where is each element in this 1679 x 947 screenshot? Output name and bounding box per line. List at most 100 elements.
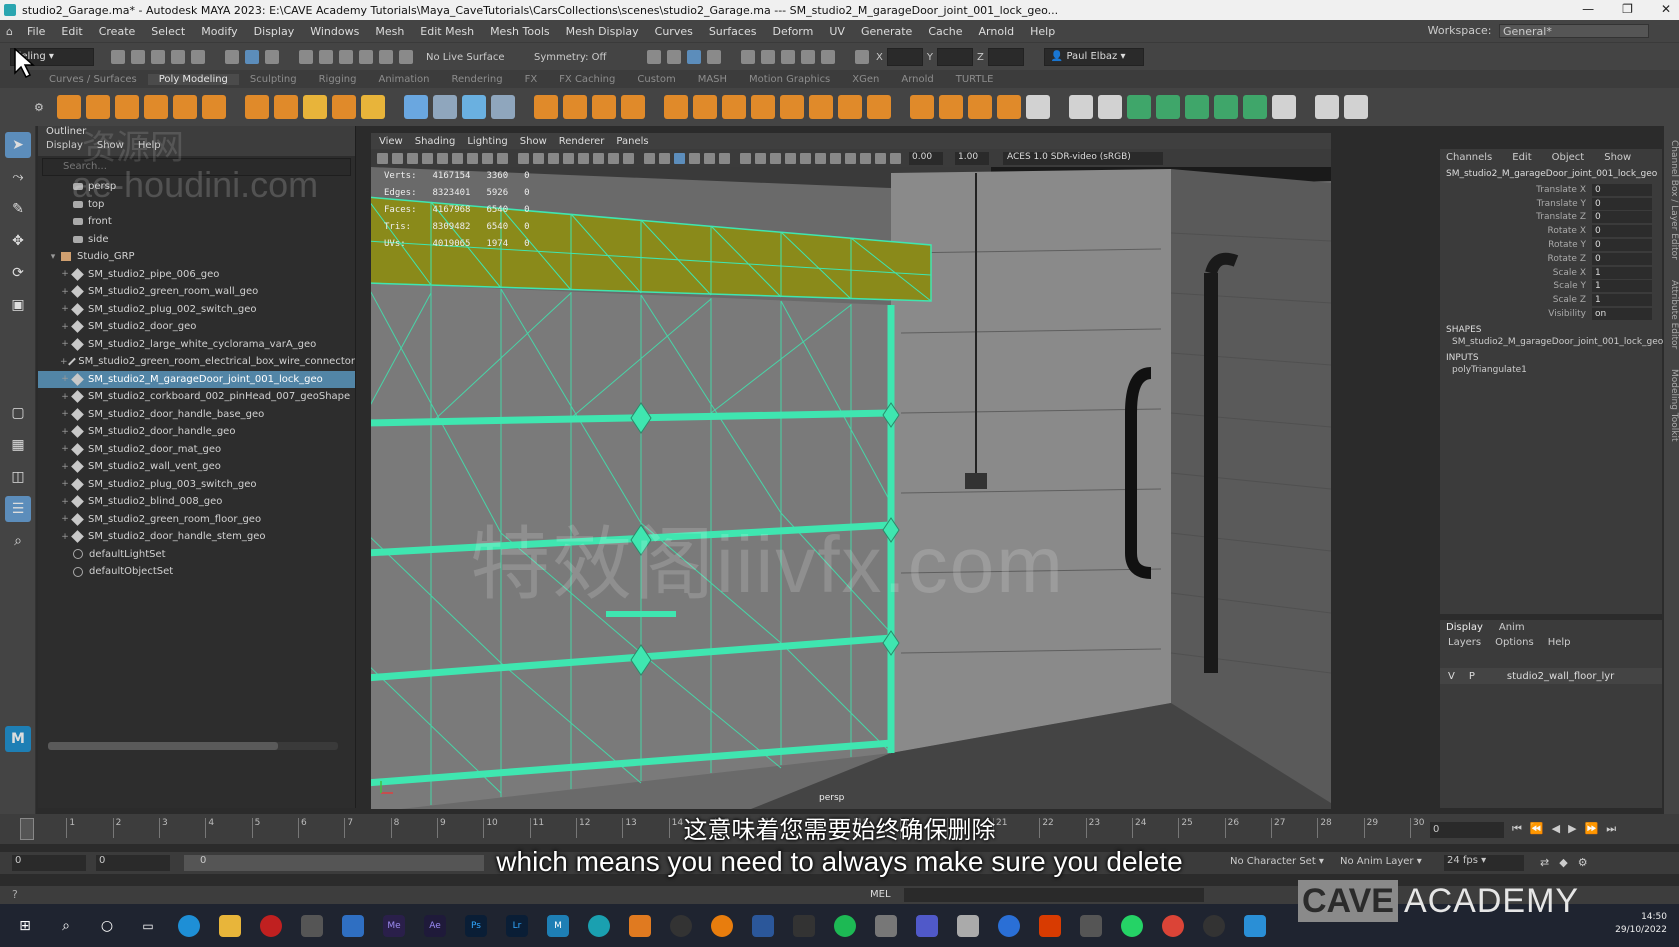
- scale-tool-icon[interactable]: ▣: [5, 292, 31, 318]
- expand-arrow-icon[interactable]: +: [60, 287, 70, 297]
- live-surface-field[interactable]: No Live Surface: [426, 52, 516, 63]
- channel-attribute-row[interactable]: Visibility on: [1440, 307, 1662, 321]
- system-clock[interactable]: 14:50 29/10/2022: [1615, 911, 1667, 937]
- viewport-tool-icon[interactable]: [770, 152, 781, 164]
- outliner-mesh-item[interactable]: + SM_studio2_large_white_cyclorama_varA_g…: [38, 336, 355, 354]
- viewport-tool-icon[interactable]: [659, 152, 670, 164]
- transform-input-icon[interactable]: [855, 50, 869, 64]
- viewport-tool-icon[interactable]: [407, 152, 418, 164]
- shelf-tool-icon[interactable]: [1155, 95, 1180, 119]
- viewport-tool-icon[interactable]: [815, 152, 826, 164]
- undo-icon[interactable]: [171, 50, 185, 64]
- viewport-tool-icon[interactable]: [467, 152, 478, 164]
- shelf-tool-icon[interactable]: [1242, 95, 1267, 119]
- media-encoder-icon[interactable]: Me: [383, 914, 405, 937]
- viewport-tool-icon[interactable]: [422, 152, 433, 164]
- viewport-tool-icon[interactable]: [578, 152, 589, 164]
- restore-button[interactable]: ❐: [1622, 2, 1633, 16]
- file-explorer-icon[interactable]: [219, 914, 241, 937]
- shelf-tool-icon[interactable]: [490, 95, 515, 119]
- z-field[interactable]: [987, 48, 1024, 66]
- lightroom-icon[interactable]: Lr: [506, 914, 528, 937]
- viewport-tool-icon[interactable]: [563, 152, 574, 164]
- shelf-settings-icon[interactable]: ⚙: [34, 101, 44, 114]
- tab-modeling-toolkit[interactable]: Modeling Toolkit: [1664, 369, 1679, 442]
- app-icon-chat[interactable]: [998, 914, 1020, 937]
- app-icon-cloud[interactable]: [875, 914, 897, 937]
- shelf-tool-icon[interactable]: [808, 95, 833, 119]
- save-scene-icon[interactable]: [151, 50, 165, 64]
- shelf-tool-icon[interactable]: [1097, 95, 1122, 119]
- viewport-tool-icon[interactable]: [785, 152, 796, 164]
- outliner-group-item[interactable]: ▾ Studio_GRP: [38, 248, 355, 266]
- exposure-field[interactable]: 0.00: [909, 151, 943, 165]
- shelf-tab-curves-surfaces[interactable]: Curves / Surfaces: [38, 74, 148, 85]
- shelf-tool-icon[interactable]: [302, 95, 327, 119]
- menu-edit[interactable]: Edit: [53, 25, 90, 38]
- layer-tab-anim[interactable]: Anim: [1499, 622, 1525, 633]
- outliner-mesh-item[interactable]: + SM_studio2_wall_vent_geo: [38, 458, 355, 476]
- expand-arrow-icon[interactable]: ▾: [48, 252, 58, 262]
- expand-arrow-icon[interactable]: +: [60, 444, 70, 454]
- layer-visibility-toggle[interactable]: V: [1448, 671, 1455, 682]
- shelf-tool-icon[interactable]: [143, 95, 168, 119]
- viewport-tool-icon[interactable]: [518, 152, 529, 164]
- shelf-tool-icon[interactable]: [114, 95, 139, 119]
- cb-menu-edit[interactable]: Edit: [1512, 152, 1531, 163]
- command-language-label[interactable]: MEL: [870, 889, 891, 900]
- expand-arrow-icon[interactable]: +: [60, 409, 70, 419]
- select-hierarchy-icon[interactable]: [225, 50, 239, 64]
- vp-menu-lighting[interactable]: Lighting: [467, 136, 507, 147]
- minimize-button[interactable]: —: [1582, 2, 1594, 16]
- shelf-tool-icon[interactable]: [1025, 95, 1050, 119]
- snap-pivot-icon[interactable]: [399, 50, 413, 64]
- menu-mesh[interactable]: Mesh: [367, 25, 412, 38]
- shelf-tab-fx-caching[interactable]: FX Caching: [548, 74, 626, 85]
- layer-menu-help[interactable]: Help: [1548, 637, 1571, 648]
- viewport-tool-icon[interactable]: [644, 152, 655, 164]
- shelf-tool-icon[interactable]: [750, 95, 775, 119]
- layer-menu-layers[interactable]: Layers: [1448, 637, 1481, 648]
- shelf-tab-motion-graphics[interactable]: Motion Graphics: [738, 74, 841, 85]
- shelf-tool-icon[interactable]: [85, 95, 110, 119]
- help-icon[interactable]: ?: [12, 888, 18, 901]
- app-icon-teal[interactable]: [588, 914, 610, 937]
- outliner-scrollbar[interactable]: [48, 742, 338, 750]
- snap-point-icon[interactable]: [339, 50, 353, 64]
- shelf-tool-icon[interactable]: [172, 95, 197, 119]
- whatsapp-icon[interactable]: [1121, 914, 1143, 937]
- shelf-tab-animation[interactable]: Animation: [368, 74, 441, 85]
- layer-name[interactable]: studio2_wall_floor_lyr: [1507, 671, 1614, 682]
- channel-attribute-row[interactable]: Rotate Y 0: [1440, 238, 1662, 252]
- viewport-tool-icon[interactable]: [533, 152, 544, 164]
- snap-curve-icon[interactable]: [319, 50, 333, 64]
- outliner-mesh-item[interactable]: + SM_studio2_door_handle_base_geo: [38, 406, 355, 424]
- gamma-field[interactable]: 1.00: [955, 151, 989, 165]
- channel-attribute-row[interactable]: Translate X 0: [1440, 183, 1662, 197]
- viewport-tool-icon[interactable]: [875, 152, 886, 164]
- channel-attribute-row[interactable]: Scale X 1: [1440, 266, 1662, 280]
- expand-arrow-icon[interactable]: +: [60, 497, 70, 507]
- channel-attribute-row[interactable]: Translate Z 0: [1440, 211, 1662, 225]
- expand-arrow-icon[interactable]: +: [60, 462, 70, 472]
- arnold-ipr-icon[interactable]: [781, 50, 795, 64]
- edge-browser-icon[interactable]: [178, 914, 200, 937]
- after-effects-icon[interactable]: Ae: [424, 914, 446, 937]
- outliner-mesh-item[interactable]: + SM_studio2_pipe_006_geo: [38, 266, 355, 284]
- shelf-tab-fx[interactable]: FX: [514, 74, 549, 85]
- x-field[interactable]: [886, 48, 923, 66]
- shelf-tab-poly-modeling[interactable]: Poly Modeling: [147, 73, 239, 85]
- shelf-tool-icon[interactable]: [1126, 95, 1151, 119]
- outliner-set-item[interactable]: defaultLightSet: [38, 546, 355, 564]
- menu-file[interactable]: File: [19, 25, 53, 38]
- symmetry-dropdown[interactable]: Symmetry: Off: [534, 52, 644, 63]
- shelf-tab-turtle[interactable]: TURTLE: [945, 74, 1005, 85]
- menu-select[interactable]: Select: [143, 25, 193, 38]
- maya-taskbar-icon[interactable]: M: [547, 914, 569, 937]
- outliner-mesh-item[interactable]: + SM_studio2_door_geo: [38, 318, 355, 336]
- menu-surfaces[interactable]: Surfaces: [701, 25, 765, 38]
- outliner-mesh-item[interactable]: + SM_studio2_door_handle_stem_geo: [38, 528, 355, 546]
- shelf-tab-rigging[interactable]: Rigging: [308, 74, 368, 85]
- render-view-icon[interactable]: [667, 50, 681, 64]
- channel-attribute-row[interactable]: Scale Y 1: [1440, 280, 1662, 294]
